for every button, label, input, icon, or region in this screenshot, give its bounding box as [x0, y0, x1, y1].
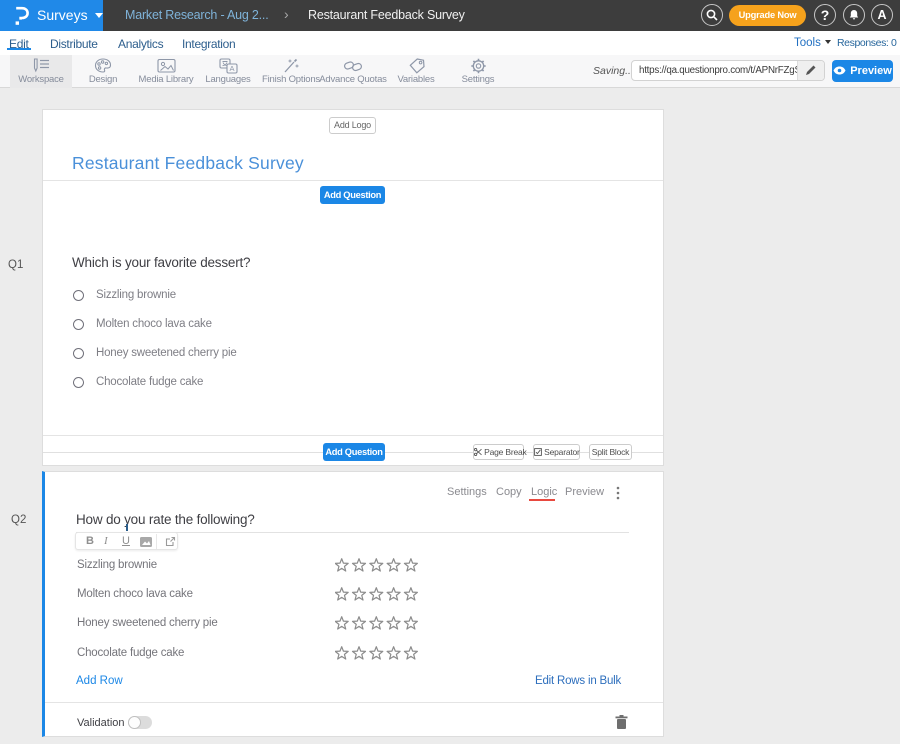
- svg-text:A: A: [229, 64, 234, 73]
